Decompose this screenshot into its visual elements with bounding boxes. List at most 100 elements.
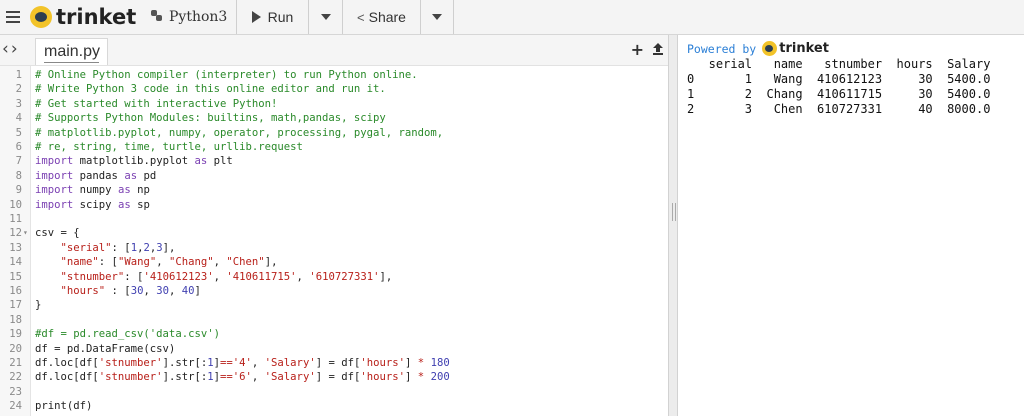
run-label: Run bbox=[267, 9, 294, 25]
code-line[interactable]: 10 import scipy as sp bbox=[0, 198, 668, 212]
code-text: csv = { bbox=[35, 227, 80, 240]
code-text: "serial": [1,2,3], bbox=[60, 241, 176, 254]
code-text: df.loc[df['stnumber'].str[:1]=='4', 'Sal… bbox=[35, 357, 450, 369]
code-text: import scipy as sp bbox=[35, 198, 150, 211]
code-line[interactable]: 20 df = pd.DataFrame(csv) bbox=[0, 342, 668, 356]
line-number: 22 bbox=[9, 371, 22, 384]
hamburger-menu-icon[interactable] bbox=[0, 0, 26, 34]
code-line[interactable]: 13 "serial": [1,2,3], bbox=[0, 241, 668, 255]
line-number: 9 bbox=[15, 184, 22, 197]
pane-splitter[interactable] bbox=[668, 35, 678, 416]
code-text: import matplotlib.pyplot as plt bbox=[35, 155, 233, 168]
code-text: "stnumber": ['410612123', '410611715', '… bbox=[60, 270, 393, 283]
add-file-icon[interactable]: + bbox=[631, 40, 644, 59]
output-console: Powered by trinket serial name stnumber … bbox=[679, 35, 1024, 416]
code-text: } bbox=[35, 299, 42, 312]
line-number: 1 bbox=[15, 69, 22, 81]
python-icon bbox=[150, 9, 163, 26]
code-line[interactable]: 17} bbox=[0, 298, 668, 312]
share-icon: < bbox=[357, 9, 365, 25]
file-tab-main[interactable]: main.py bbox=[35, 38, 108, 65]
editor-tab-row: ‹› main.py + bbox=[0, 35, 672, 66]
code-text: "hours" : [30, 30, 40] bbox=[60, 285, 201, 297]
line-number: 7 bbox=[15, 155, 22, 168]
output-line: serial name stnumber hours Salary bbox=[687, 57, 991, 71]
code-line[interactable]: 6 # re, string, time, turtle, urllib.requ… bbox=[0, 140, 668, 154]
fold-caret-icon[interactable]: ▾ bbox=[23, 226, 28, 240]
output-line: 1 2 Chang 410611715 30 5400.0 bbox=[687, 87, 991, 101]
powered-by-brand: trinket bbox=[779, 41, 829, 56]
code-line[interactable]: 7 import matplotlib.pyplot as plt bbox=[0, 154, 668, 168]
language-indicator: Python3 bbox=[150, 0, 230, 34]
play-icon bbox=[251, 11, 261, 23]
splitter-grip-icon[interactable] bbox=[672, 203, 676, 221]
chevron-left-icon[interactable]: ‹ bbox=[2, 39, 11, 59]
code-line[interactable]: 1 # Online Python compiler (interpreter) … bbox=[0, 68, 668, 82]
line-number: 13 bbox=[9, 241, 22, 254]
code-line[interactable]: 11 bbox=[0, 212, 668, 226]
upload-icon[interactable] bbox=[652, 40, 664, 59]
code-line[interactable]: 21 df.loc[df['stnumber'].str[:1]=='4', 'S… bbox=[0, 356, 668, 370]
line-number: 20 bbox=[9, 342, 22, 355]
run-dropdown-button[interactable] bbox=[308, 0, 342, 34]
code-text: # matplotlib.pyplot, numpy, operator, pr… bbox=[35, 126, 444, 139]
line-number: 14 bbox=[9, 256, 22, 269]
line-number: 10 bbox=[9, 198, 22, 211]
code-line[interactable]: 4 # Supports Python Modules: builtins, ma… bbox=[0, 111, 668, 125]
code-line[interactable]: 3 # Get started with interactive Python! bbox=[0, 97, 668, 111]
trinket-logo-icon bbox=[30, 6, 52, 28]
code-line[interactable]: 2 # Write Python 3 code in this online ed… bbox=[0, 82, 668, 96]
line-number: 21 bbox=[9, 357, 22, 369]
code-text: import pandas as pd bbox=[35, 169, 157, 182]
language-label: Python3 bbox=[169, 9, 228, 25]
powered-by-banner[interactable]: Powered by trinket bbox=[687, 41, 829, 56]
line-number: 17 bbox=[9, 299, 22, 312]
line-number: 11 bbox=[9, 213, 22, 225]
code-line[interactable]: 12 ▾ csv = { bbox=[0, 226, 668, 240]
code-line[interactable]: 9 import numpy as np bbox=[0, 183, 668, 197]
code-text: print(df) bbox=[35, 400, 93, 413]
line-number: 3 bbox=[15, 97, 22, 110]
code-text: "name": ["Wang", "Chang", "Chen"], bbox=[60, 256, 278, 269]
code-line[interactable]: 16 "hours" : [30, 30, 40] bbox=[0, 284, 668, 298]
code-line[interactable]: 15 "stnumber": ['410612123', '410611715'… bbox=[0, 270, 668, 284]
code-line[interactable]: 8 import pandas as pd bbox=[0, 169, 668, 183]
code-text: #df = pd.read_csv('data.csv') bbox=[35, 328, 220, 341]
code-line[interactable]: 19 #df = pd.read_csv('data.csv') bbox=[0, 327, 668, 341]
run-button[interactable]: Run bbox=[236, 0, 308, 34]
code-text: # Get started with interactive Python! bbox=[35, 97, 278, 110]
file-tab-label: main.py bbox=[44, 43, 101, 60]
trinket-logo[interactable]: trinket bbox=[30, 0, 140, 34]
top-toolbar: trinket Python3 Run < Share bbox=[0, 0, 1024, 35]
tab-actions: + bbox=[631, 40, 664, 59]
code-editor[interactable]: 1 # Online Python compiler (interpreter) … bbox=[0, 66, 668, 416]
code-text: # Write Python 3 code in this online edi… bbox=[35, 83, 386, 96]
line-number: 16 bbox=[9, 285, 22, 297]
code-line[interactable]: 5 # matplotlib.pyplot, numpy, operator, p… bbox=[0, 126, 668, 140]
output-line: 2 3 Chen 610727331 40 8000.0 bbox=[687, 102, 991, 116]
share-label: Share bbox=[368, 9, 406, 25]
line-number: 8 bbox=[15, 169, 22, 182]
code-line[interactable]: 18 bbox=[0, 313, 668, 327]
code-line[interactable]: 22 df.loc[df['stnumber'].str[:1]=='6', 'S… bbox=[0, 370, 668, 384]
trinket-mini-logo-icon bbox=[762, 41, 778, 56]
output-line: 0 1 Wang 410612123 30 5400.0 bbox=[687, 72, 991, 86]
code-line[interactable]: 14 "name": ["Wang", "Chang", "Chen"], bbox=[0, 255, 668, 269]
line-number: 18 bbox=[9, 313, 22, 326]
line-number: 2 bbox=[15, 83, 22, 96]
nav-arrows: ‹› bbox=[2, 39, 20, 59]
code-line[interactable]: 24 print(df) bbox=[0, 399, 668, 413]
share-button[interactable]: < Share bbox=[342, 0, 420, 34]
line-number: 12 bbox=[9, 227, 22, 240]
code-line[interactable]: 23 bbox=[0, 385, 668, 399]
line-number: 5 bbox=[15, 126, 22, 139]
code-text: # Online Python compiler (interpreter) t… bbox=[35, 69, 418, 81]
powered-by-label: Powered by bbox=[687, 41, 757, 56]
share-dropdown-button[interactable] bbox=[420, 0, 454, 34]
line-number: 23 bbox=[9, 385, 22, 398]
chevron-right-icon[interactable]: › bbox=[11, 39, 20, 59]
code-text: # re, string, time, turtle, urllib.reque… bbox=[35, 141, 303, 153]
chevron-down-icon bbox=[320, 14, 331, 20]
code-text: import numpy as np bbox=[35, 184, 150, 197]
file-tab-underline bbox=[44, 62, 99, 63]
